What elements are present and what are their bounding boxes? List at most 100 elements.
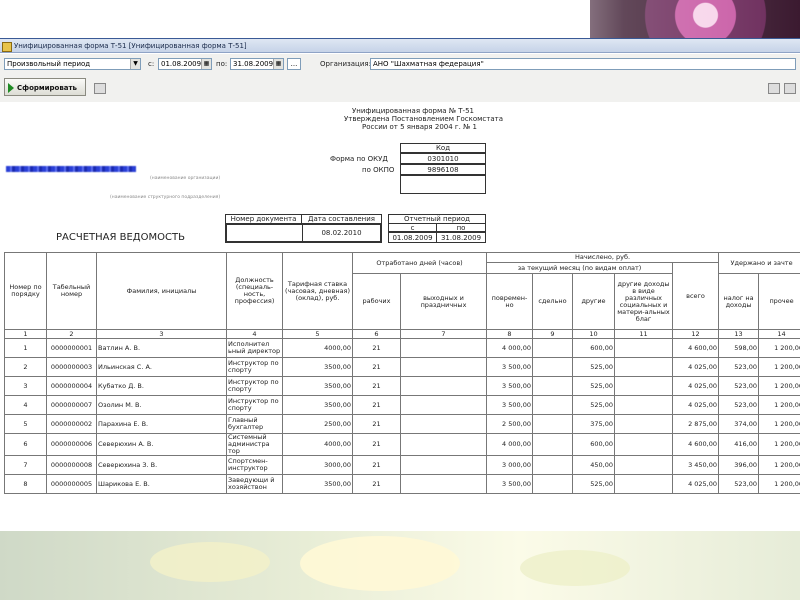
form-header-line3: России от 5 января 2004 г. № 1 — [362, 123, 477, 131]
cell-tb: 3 500,00 — [486, 376, 533, 396]
cell-empty — [614, 357, 673, 377]
cell-tax: 523,00 — [718, 376, 760, 396]
cell-pos: Заведующи й хозяйствон — [226, 474, 283, 494]
table-row[interactable]: 8 0000000005 Шарикова Е. В. Заведующи й хоз… — [4, 474, 800, 494]
header-piecework: сдельно — [532, 273, 573, 330]
cell-pos: Инструктор по спорту — [226, 395, 283, 415]
cell-n: 6 — [4, 433, 47, 456]
settings-icon[interactable] — [784, 83, 796, 94]
column-number: 9 — [532, 329, 573, 339]
organization-value: АНО "Шахматная федерация" — [373, 60, 484, 68]
okud-value: 0301010 — [427, 155, 459, 163]
cell-tb: 3 000,00 — [486, 455, 533, 475]
cell-misc: 1 200,00 — [758, 395, 800, 415]
play-icon — [8, 83, 14, 93]
printer-icon[interactable] — [94, 83, 106, 94]
table-row[interactable]: 2 0000000003 Ильинская С. А. Инструктор по … — [4, 357, 800, 377]
table-row[interactable]: 7 0000000008 Северюхина З. В. Спортсмен-инс… — [4, 455, 800, 475]
cell-tax: 416,00 — [718, 433, 760, 456]
header-worked: Отработано дней (часов) — [352, 252, 487, 274]
cell-tab: 0000000005 — [46, 474, 97, 494]
cell-total: 2 875,00 — [671, 414, 720, 434]
report-period-sublabels: с по — [388, 223, 486, 232]
cell-rate: 3500,00 — [282, 357, 353, 377]
to-date-input[interactable]: 31.08.2009 ▦ — [230, 58, 284, 70]
cell-empty — [532, 474, 573, 494]
code-label: Код — [435, 144, 451, 152]
header-misc: прочее — [758, 273, 800, 330]
header-work-days: рабочих — [352, 273, 401, 330]
header-position: Должность (специаль-ность, профессия) — [226, 252, 283, 330]
column-number: 12 — [671, 329, 720, 339]
cell-empty — [614, 395, 673, 415]
table-row[interactable]: 4 0000000007 Озолин М. В. Инструктор по спо… — [4, 395, 800, 415]
table-row[interactable]: 6 0000000006 Северюхин А. В. Системный адми… — [4, 433, 800, 456]
cell-empty — [400, 395, 487, 415]
cell-tb: 2 500,00 — [486, 414, 533, 434]
cell-empty — [400, 376, 487, 396]
period-from-value: 01.08.2009 — [389, 233, 437, 243]
period-preset-value: Произвольный период — [7, 60, 91, 68]
header-tax: налог на доходы — [718, 273, 760, 330]
cell-name: Северюхина З. В. — [96, 455, 227, 475]
cell-tb: 4 000,00 — [486, 433, 533, 456]
table-row[interactable]: 1 0000000001 Ватлин А. В. Исполнител ьный д… — [4, 338, 800, 358]
cell-other: 375,00 — [572, 414, 615, 434]
header-total: всего — [671, 262, 720, 330]
header-weekend-days: выходных и праздничных — [400, 273, 487, 330]
cell-other: 525,00 — [572, 395, 615, 415]
cell-tax: 374,00 — [718, 414, 760, 434]
cell-other: 600,00 — [572, 338, 615, 358]
period-preset-select[interactable]: Произвольный период ▼ — [4, 58, 141, 70]
report-window: Унифицированная форма Т-51 [Унифицирован… — [0, 38, 800, 531]
org-caption: (наименование организации) — [150, 176, 221, 181]
cell-pos: Спортсмен-инструктор — [226, 455, 283, 475]
cell-n: 4 — [4, 395, 47, 415]
header-other: другие — [572, 273, 615, 330]
okud-label: Форма по ОКУД — [330, 155, 388, 163]
column-number: 13 — [718, 329, 760, 339]
cell-other: 450,00 — [572, 455, 615, 475]
cell-rate: 2500,00 — [282, 414, 353, 434]
layout-icon[interactable] — [768, 83, 780, 94]
cell-misc: 1 200,00 — [758, 433, 800, 456]
to-date-value: 31.08.2009 — [233, 60, 274, 68]
header-num: Номер по порядку — [4, 252, 47, 330]
cell-tb: 3 500,00 — [486, 357, 533, 377]
table-row[interactable]: 3 0000000004 Кубатко Д. В. Инструктор по сп… — [4, 376, 800, 396]
cell-n: 2 — [4, 357, 47, 377]
cell-empty — [400, 338, 487, 358]
cell-days: 21 — [352, 338, 401, 358]
calendar-icon[interactable]: ▦ — [273, 59, 283, 69]
table-row[interactable]: 5 0000000002 Парахина Е. В. Главный бухгалт… — [4, 414, 800, 434]
cell-empty — [400, 357, 487, 377]
period-more-button[interactable]: ... — [287, 58, 301, 70]
cell-pos: Главный бухгалтер — [226, 414, 283, 434]
header-timebased: повремен-но — [486, 273, 533, 330]
from-date-input[interactable]: 01.08.2009 ▦ — [158, 58, 212, 70]
cell-n: 8 — [4, 474, 47, 494]
cell-pos: Исполнител ьный директор — [226, 338, 283, 358]
cell-name: Кубатко Д. В. — [96, 376, 227, 396]
cell-misc: 1 200,00 — [758, 455, 800, 475]
cell-tb: 3 500,00 — [486, 395, 533, 415]
organization-label: Организация: — [320, 60, 371, 68]
cell-empty — [614, 376, 673, 396]
calendar-icon[interactable]: ▦ — [201, 59, 211, 69]
period-from-label: с — [389, 224, 437, 232]
organization-select[interactable]: АНО "Шахматная федерация" — [370, 58, 796, 70]
to-label: по: — [216, 60, 228, 68]
cell-total: 4 025,00 — [671, 376, 720, 396]
column-number: 6 — [352, 329, 401, 339]
form-icon — [2, 42, 12, 52]
cell-tab: 0000000001 — [46, 338, 97, 358]
cell-empty — [532, 338, 573, 358]
generate-button[interactable]: Сформировать — [4, 78, 86, 96]
cell-misc: 1 200,00 — [758, 414, 800, 434]
okpo-box: 9896108 — [400, 164, 486, 175]
cell-days: 21 — [352, 455, 401, 475]
header-current-month: за текущий месяц (по видам оплат) — [486, 262, 673, 274]
column-number: 8 — [486, 329, 533, 339]
cell-tax: 523,00 — [718, 395, 760, 415]
cell-empty — [532, 376, 573, 396]
